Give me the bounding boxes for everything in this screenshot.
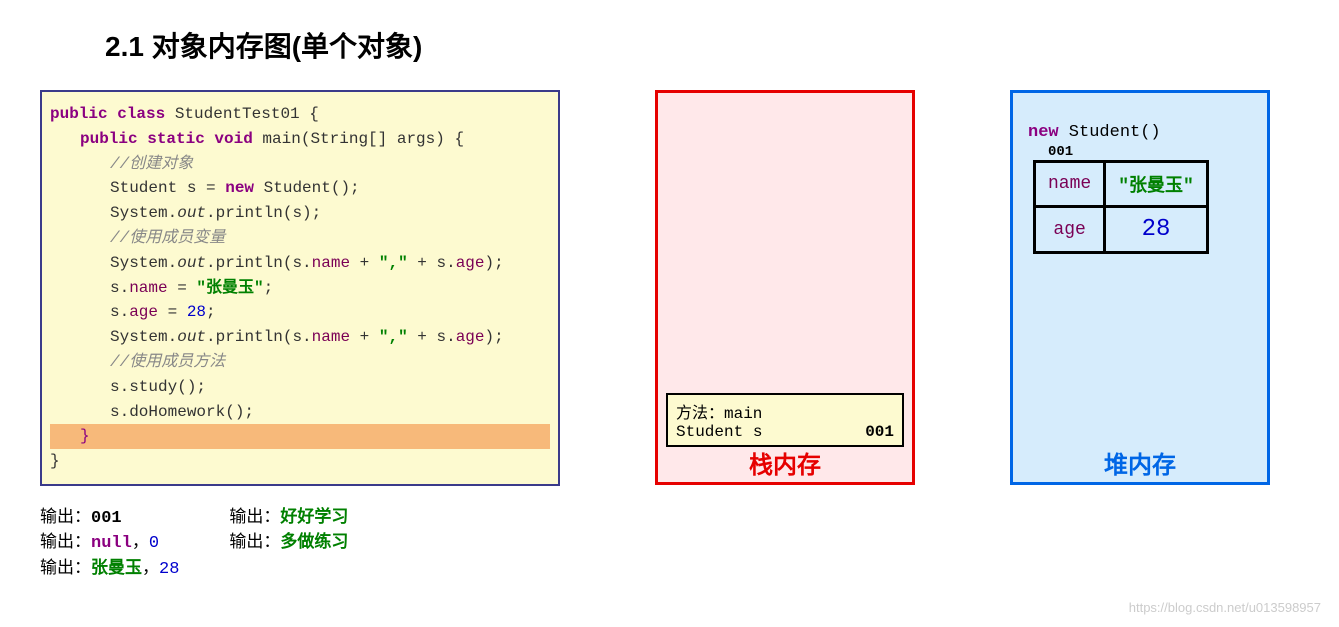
heap-field-key: name	[1035, 162, 1105, 207]
heap-field-value: 28	[1105, 207, 1208, 253]
code-text: System.	[110, 328, 177, 346]
code-keyword: public class	[50, 105, 165, 123]
heap-field-key: age	[1035, 207, 1105, 253]
code-text: .println(s);	[206, 204, 321, 222]
code-string: ","	[379, 254, 408, 272]
section-title: 2.1 对象内存图(单个对象)	[105, 25, 1299, 65]
code-text: s.doHomework();	[110, 403, 254, 421]
heap-field-value: "张曼玉"	[1105, 162, 1208, 207]
code-comment: //使用成员变量	[110, 229, 225, 247]
code-text: s.study();	[110, 378, 206, 396]
code-text: =	[158, 303, 187, 321]
code-text: System.	[110, 254, 177, 272]
heap-memory-box: new Student() 001 name "张曼玉" age 28 堆内存	[1010, 90, 1270, 485]
output-label: 输出：	[40, 560, 91, 579]
code-brace: }	[50, 427, 90, 445]
code-text: +	[350, 328, 379, 346]
output-number: 28	[159, 560, 179, 579]
code-brace: }	[50, 452, 60, 470]
code-text: );	[485, 328, 504, 346]
code-field: name	[312, 328, 350, 346]
output-label: 输出：	[40, 509, 91, 528]
code-comment: //创建对象	[110, 155, 193, 173]
code-text: + s.	[408, 328, 456, 346]
code-text: =	[168, 279, 197, 297]
code-text: +	[350, 254, 379, 272]
stack-var: Student s	[676, 423, 762, 441]
heap-label: 堆内存	[1013, 445, 1267, 480]
code-text: main(String[] args) {	[253, 130, 464, 148]
heap-object-table: name "张曼玉" age 28	[1033, 160, 1209, 254]
heap-address: 001	[1048, 144, 1252, 160]
output-column: 输出：好好学习 输出：多做练习	[229, 506, 348, 583]
code-text: Student();	[254, 179, 360, 197]
code-comment: //使用成员方法	[110, 353, 225, 371]
code-text: s.	[110, 279, 129, 297]
output-column: 输出：001 输出：null，0 输出：张曼玉，28	[40, 506, 179, 583]
stack-address: 001	[865, 423, 894, 441]
output-value: 张曼玉	[91, 560, 142, 579]
code-text: ;	[264, 279, 274, 297]
output-label: 输出：	[40, 534, 91, 553]
code-string: ","	[379, 328, 408, 346]
output-number: 0	[149, 534, 159, 553]
stack-memory-box: 方法：main Student s 001 栈内存	[655, 90, 915, 485]
code-field: name	[312, 254, 350, 272]
code-field: out	[177, 254, 206, 272]
output-section: 输出：001 输出：null，0 输出：张曼玉，28 输出：好好学习 输出：多做…	[40, 506, 1299, 583]
heap-new-expr: new Student()	[1028, 123, 1252, 142]
code-text: .println(s.	[206, 254, 312, 272]
output-text: ，	[132, 534, 149, 553]
output-label: 输出：	[229, 509, 280, 528]
code-keyword: new	[1028, 123, 1059, 142]
code-field: age	[456, 328, 485, 346]
stack-frame-line: 方法：main	[676, 399, 894, 423]
watermark: https://blog.csdn.net/u013598957	[1129, 600, 1321, 615]
code-field: name	[129, 279, 167, 297]
code-text: Student s =	[110, 179, 225, 197]
code-number: 28	[187, 303, 206, 321]
stack-label: 栈内存	[658, 445, 912, 480]
output-null: null	[91, 534, 132, 553]
diagram-row: public class StudentTest01 { public stat…	[40, 90, 1299, 486]
code-keyword: public static void	[80, 130, 253, 148]
code-text: .println(s.	[206, 328, 312, 346]
code-field: out	[177, 328, 206, 346]
code-field: age	[129, 303, 158, 321]
code-text: ;	[206, 303, 216, 321]
code-field: out	[177, 204, 206, 222]
output-text: ，	[142, 560, 159, 579]
code-keyword: new	[225, 179, 254, 197]
output-value: 多做练习	[280, 534, 348, 553]
code-text: );	[485, 254, 504, 272]
stack-frame: 方法：main Student s 001	[666, 393, 904, 447]
code-text: System.	[110, 204, 177, 222]
output-value: 001	[91, 509, 122, 528]
code-text: + s.	[408, 254, 456, 272]
code-text: Student()	[1059, 123, 1161, 142]
code-text: s.	[110, 303, 129, 321]
code-text: StudentTest01 {	[165, 105, 319, 123]
code-panel: public class StudentTest01 { public stat…	[40, 90, 560, 486]
code-string: "张曼玉"	[196, 279, 263, 297]
output-label: 输出：	[229, 534, 280, 553]
output-value: 好好学习	[280, 509, 348, 528]
code-field: age	[456, 254, 485, 272]
